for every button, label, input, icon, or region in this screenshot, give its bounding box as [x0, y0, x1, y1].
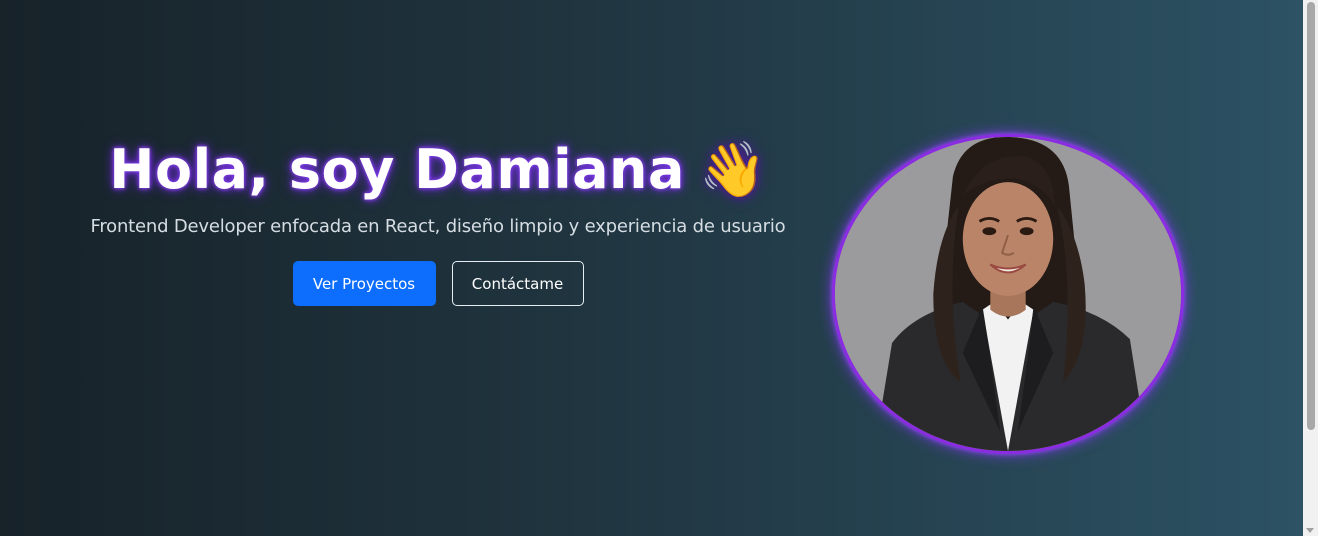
hero-title-text: Hola, soy Damiana: [109, 138, 685, 201]
profile-photo: [832, 134, 1184, 454]
profile-photo-illustration: [835, 137, 1181, 451]
hero-subtitle: Frontend Developer enfocada en React, di…: [90, 216, 786, 237]
vertical-scrollbar[interactable]: [1303, 0, 1318, 536]
view-projects-button[interactable]: Ver Proyectos: [292, 261, 436, 306]
hero-section: Hola, soy Damiana 👋 Frontend Developer en…: [0, 0, 1303, 536]
hero-actions: Ver Proyectos Contáctame: [88, 261, 788, 306]
hero-title: Hola, soy Damiana 👋: [88, 138, 788, 202]
scrollbar-thumb[interactable]: [1307, 2, 1315, 430]
contact-button[interactable]: Contáctame: [451, 261, 584, 306]
scroll-down-arrow-icon[interactable]: [1306, 528, 1314, 533]
hero-text: Hola, soy Damiana 👋 Frontend Developer en…: [88, 138, 788, 306]
waving-hand-icon: 👋: [698, 138, 767, 201]
